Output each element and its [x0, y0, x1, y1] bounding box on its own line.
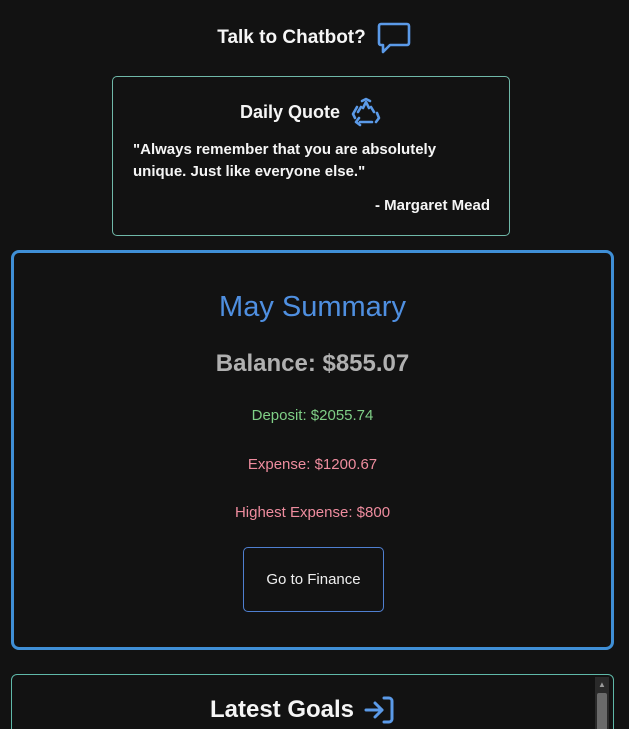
chatbot-link[interactable]: Talk to Chatbot? — [0, 18, 629, 58]
latest-goals-title[interactable]: Latest Goals — [210, 696, 354, 724]
summary-title: May Summary — [219, 291, 406, 323]
summary-balance: Balance: $855.07 — [215, 350, 410, 377]
arrow-right-to-bracket-icon[interactable] — [362, 693, 396, 727]
go-to-finance-button[interactable]: Go to Finance — [243, 547, 384, 612]
chatbot-label[interactable]: Talk to Chatbot? — [217, 27, 365, 49]
summary-deposit: Deposit: $2055.74 — [251, 407, 374, 424]
daily-quote-header: Daily Quote — [113, 96, 509, 128]
monthly-summary-card: May Summary Balance: $855.07 Deposit: $2… — [11, 250, 614, 650]
summary-highest-expense: Highest Expense: $800 — [234, 504, 391, 521]
summary-expense: Expense: $1200.67 — [247, 456, 378, 473]
scroll-thumb[interactable] — [597, 693, 607, 729]
daily-quote-title: Daily Quote — [239, 101, 341, 122]
dashboard-page: Talk to Chatbot? Daily Quote "Always rem… — [0, 0, 629, 729]
daily-quote-text: "Always remember that you are absolutely… — [133, 141, 437, 180]
goals-scrollbar[interactable]: ▲ — [595, 677, 609, 729]
recycle-icon[interactable] — [350, 96, 382, 128]
daily-quote-card: Daily Quote "Always remember that you ar… — [112, 76, 510, 236]
latest-goals-header[interactable]: Latest Goals — [12, 692, 594, 728]
latest-goals-card: Latest Goals ▲ — [11, 674, 614, 729]
chat-bubble-icon[interactable] — [376, 20, 412, 56]
daily-quote-author: - Margaret Mead — [374, 197, 490, 214]
scroll-up-arrow-icon[interactable]: ▲ — [595, 677, 609, 691]
